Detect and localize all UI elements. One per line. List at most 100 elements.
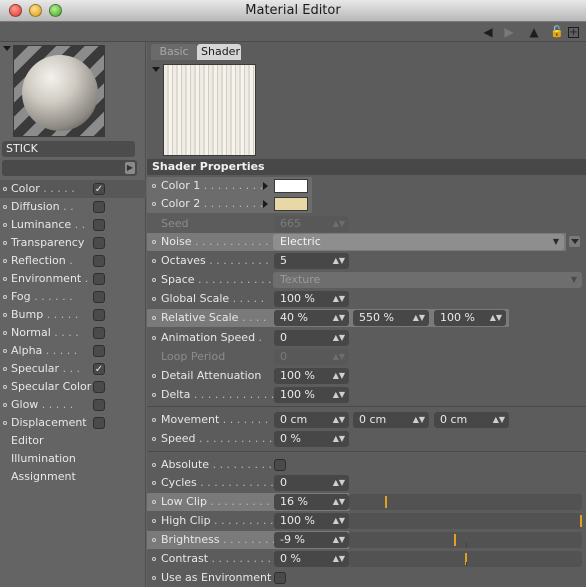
brightness-field[interactable]: -9 % ▲▼ xyxy=(274,532,349,548)
animate-dot-icon[interactable] xyxy=(152,519,156,523)
extra-item[interactable]: Illumination xyxy=(0,450,146,468)
preview-menu-icon[interactable] xyxy=(3,46,11,51)
stepper-icon[interactable]: ▲▼ xyxy=(333,368,345,384)
stepper-icon[interactable]: ▲▼ xyxy=(333,291,345,307)
movement-x-field[interactable]: 0 cm ▲▼ xyxy=(274,412,349,428)
animate-dot-icon[interactable] xyxy=(152,202,156,206)
channel-item[interactable]: Alpha . . . . . xyxy=(0,342,146,360)
stepper-icon[interactable]: ▲▼ xyxy=(493,412,505,428)
channel-item[interactable]: Normal . . . . xyxy=(0,324,146,342)
low-clip-slider[interactable] xyxy=(349,494,582,510)
octaves-field[interactable]: 5 ▲▼ xyxy=(274,253,349,269)
slider-handle[interactable] xyxy=(385,496,387,508)
channel-checkbox[interactable] xyxy=(93,219,105,231)
stepper-icon[interactable]: ▲▼ xyxy=(333,330,345,346)
extra-item[interactable]: Editor xyxy=(0,432,146,450)
contrast-field[interactable]: 0 % ▲▼ xyxy=(274,551,349,567)
channel-checkbox[interactable] xyxy=(93,201,105,213)
animate-dot-icon[interactable] xyxy=(152,538,156,542)
stepper-icon[interactable]: ▲▼ xyxy=(490,310,502,326)
animate-dot-icon[interactable] xyxy=(152,418,156,422)
tab-basic[interactable]: Basic xyxy=(151,44,197,60)
use-as-environment-checkbox[interactable] xyxy=(274,572,286,584)
animate-dot-icon[interactable] xyxy=(152,184,156,188)
animate-dot-icon[interactable] xyxy=(152,576,156,580)
animate-dot-icon[interactable] xyxy=(152,336,156,340)
color-2-swatch[interactable] xyxy=(274,197,308,211)
low-clip-field[interactable]: 16 % ▲▼ xyxy=(274,494,349,510)
space-dropdown[interactable]: Texture ▼ xyxy=(273,272,582,288)
detail-attenuation-field[interactable]: 100 % ▲▼ xyxy=(274,368,349,384)
stepper-icon[interactable]: ▲▼ xyxy=(333,216,345,232)
channel-item[interactable]: Specular . . . ✓ xyxy=(0,360,146,378)
animate-dot-icon[interactable] xyxy=(152,463,156,467)
stepper-icon[interactable]: ▲▼ xyxy=(333,412,345,428)
channel-checkbox[interactable] xyxy=(93,255,105,267)
slider-handle[interactable] xyxy=(454,534,456,546)
relative-scale-x-field[interactable]: 40 % ▲▼ xyxy=(274,310,349,326)
channel-checkbox[interactable] xyxy=(93,291,105,303)
channel-item[interactable]: Glow . . . . . xyxy=(0,396,146,414)
stepper-icon[interactable]: ▲▼ xyxy=(333,310,345,326)
relative-scale-y-field[interactable]: 550 % ▲▼ xyxy=(353,310,429,326)
channel-checkbox[interactable] xyxy=(93,381,105,393)
shader-menu-icon[interactable] xyxy=(152,67,160,72)
channel-item[interactable]: Reflection . xyxy=(0,252,146,270)
channel-checkbox[interactable] xyxy=(93,309,105,321)
speed-field[interactable]: 0 % ▲▼ xyxy=(274,431,349,447)
slider-handle[interactable] xyxy=(580,515,582,527)
tab-shader[interactable]: Shader xyxy=(197,44,241,60)
delta-field[interactable]: 100 % ▲▼ xyxy=(274,387,349,403)
channel-item[interactable]: Luminance . . xyxy=(0,216,146,234)
global-scale-field[interactable]: 100 % ▲▼ xyxy=(274,291,349,307)
material-preview[interactable] xyxy=(13,45,105,137)
channel-item[interactable]: Fog . . . . . . xyxy=(0,288,146,306)
extra-item[interactable]: Assignment xyxy=(0,468,146,486)
relative-scale-z-field[interactable]: 100 % ▲▼ xyxy=(434,310,506,326)
loop-period-field[interactable]: 0 ▲▼ xyxy=(274,349,349,365)
channel-checkbox[interactable] xyxy=(93,345,105,357)
channel-item[interactable]: Environment . xyxy=(0,270,146,288)
stepper-icon[interactable]: ▲▼ xyxy=(333,551,345,567)
stepper-icon[interactable]: ▲▼ xyxy=(333,532,345,548)
absolute-checkbox[interactable] xyxy=(274,459,286,471)
channel-item[interactable]: Bump . . . . . xyxy=(0,306,146,324)
animate-dot-icon[interactable] xyxy=(152,278,156,282)
channel-checkbox[interactable] xyxy=(93,327,105,339)
stepper-icon[interactable]: ▲▼ xyxy=(333,349,345,365)
movement-z-field[interactable]: 0 cm ▲▼ xyxy=(434,412,509,428)
stepper-icon[interactable]: ▲▼ xyxy=(413,310,425,326)
brightness-slider[interactable] xyxy=(349,532,582,548)
stepper-icon[interactable]: ▲▼ xyxy=(333,475,345,491)
expand-arrow-icon[interactable] xyxy=(263,182,268,190)
lock-icon[interactable]: 🔓 xyxy=(550,25,564,39)
animate-dot-icon[interactable] xyxy=(152,259,156,263)
channel-checkbox[interactable] xyxy=(93,273,105,285)
expand-arrow-icon[interactable] xyxy=(263,200,268,208)
animate-dot-icon[interactable] xyxy=(152,316,156,320)
noise-options-icon[interactable] xyxy=(569,236,580,247)
stepper-icon[interactable]: ▲▼ xyxy=(333,253,345,269)
new-window-icon[interactable]: + xyxy=(568,27,579,38)
animate-dot-icon[interactable] xyxy=(152,500,156,504)
color-1-swatch[interactable] xyxy=(274,179,308,193)
seed-field[interactable]: 665 ▲▼ xyxy=(274,216,349,232)
animate-dot-icon[interactable] xyxy=(152,374,156,378)
channel-checkbox[interactable]: ✓ xyxy=(93,183,105,195)
channel-checkbox[interactable] xyxy=(93,399,105,411)
arrow-up-icon[interactable]: ▲ xyxy=(527,25,541,39)
channel-checkbox[interactable] xyxy=(93,417,105,429)
animation-speed-field[interactable]: 0 ▲▼ xyxy=(274,330,349,346)
material-name-field[interactable]: STICK xyxy=(2,141,135,157)
animate-dot-icon[interactable] xyxy=(152,240,156,244)
animate-dot-icon[interactable] xyxy=(152,557,156,561)
channel-checkbox[interactable]: ✓ xyxy=(93,363,105,375)
material-dropdown[interactable]: ▶ xyxy=(2,160,137,176)
arrow-left-icon[interactable]: ◀ xyxy=(481,25,495,39)
animate-dot-icon[interactable] xyxy=(152,481,156,485)
movement-y-field[interactable]: 0 cm ▲▼ xyxy=(353,412,429,428)
channel-item[interactable]: Diffusion . . xyxy=(0,198,146,216)
animate-dot-icon[interactable] xyxy=(152,393,156,397)
stepper-icon[interactable]: ▲▼ xyxy=(333,513,345,529)
stepper-icon[interactable]: ▲▼ xyxy=(333,494,345,510)
